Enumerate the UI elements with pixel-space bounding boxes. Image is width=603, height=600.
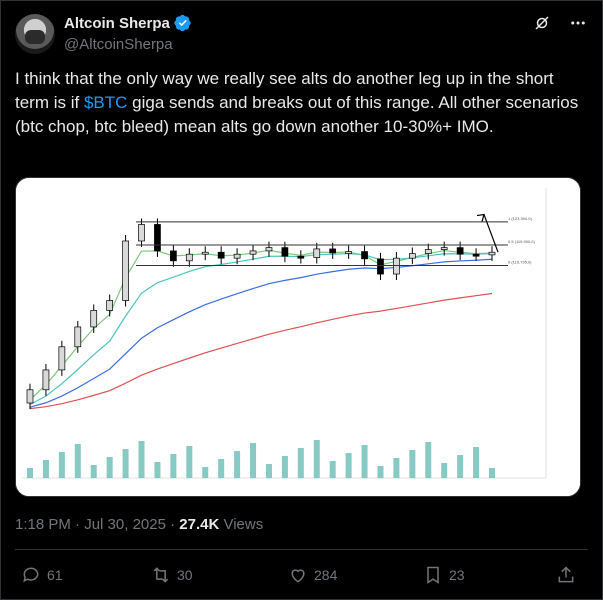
volume-bar — [345, 453, 352, 478]
cashtag-link[interactable]: $BTC — [84, 93, 127, 112]
volume-bar — [154, 462, 161, 478]
fib-level-label: 1 (123,394.0) — [508, 216, 532, 221]
candle — [345, 251, 352, 254]
volume-bar — [170, 454, 177, 478]
volume-bar — [265, 464, 272, 478]
volume-bar — [409, 450, 416, 478]
candle — [313, 248, 321, 258]
candle — [297, 255, 305, 259]
volume-bar — [138, 441, 145, 478]
candle — [74, 326, 82, 348]
fib-level-label: 0 (116,795.0) — [508, 259, 532, 264]
volume-bar — [457, 455, 464, 478]
volume-bar — [377, 466, 384, 478]
divider — [15, 549, 588, 550]
volume-bar — [186, 446, 193, 478]
candle — [440, 247, 448, 250]
tweet-text: I think that the only way we really see … — [15, 67, 590, 139]
candle — [122, 240, 129, 301]
share-button[interactable] — [556, 565, 576, 585]
volume-bar — [361, 445, 368, 478]
volume-bar — [234, 451, 241, 478]
tweet-time[interactable]: 1:18 PM — [15, 516, 71, 533]
top-actions — [532, 13, 588, 33]
candle — [233, 253, 241, 259]
candle — [361, 251, 368, 260]
volume-bar — [441, 463, 448, 478]
volume-bar — [393, 458, 400, 478]
volume-bar — [58, 452, 65, 478]
candle — [472, 253, 480, 257]
tweet-date[interactable]: Jul 30, 2025 — [84, 516, 166, 533]
reply-button[interactable]: 61 — [21, 565, 63, 585]
fib-level-label: 0.5 (119,900.0) — [508, 239, 536, 244]
grok-icon[interactable] — [532, 13, 552, 33]
candle — [138, 224, 145, 242]
volume-bar — [122, 449, 129, 478]
candle — [217, 251, 225, 259]
author-handle[interactable]: @AltcoinSherpa — [64, 36, 173, 53]
reply-count: 61 — [47, 567, 63, 583]
tweet-meta: 1:18 PM · Jul 30, 2025 · 27.4K Views — [15, 516, 263, 533]
meta-separator: · — [70, 516, 85, 533]
bookmark-icon — [427, 566, 439, 584]
volume-bar — [329, 461, 336, 478]
bookmark-count: 23 — [449, 567, 465, 583]
action-bar: 61 30 284 23 — [15, 561, 588, 593]
heart-icon — [291, 569, 305, 583]
candle — [154, 224, 161, 252]
volume-bar — [281, 456, 288, 478]
candle — [424, 249, 432, 254]
verified-badge-icon — [174, 14, 191, 32]
candle — [185, 253, 193, 262]
volume-bar — [90, 465, 97, 478]
volume-bar — [202, 467, 209, 478]
volume-bar — [489, 468, 495, 478]
candle — [249, 250, 257, 255]
share-icon — [558, 566, 574, 583]
candle — [106, 300, 114, 311]
volume-bar — [425, 442, 432, 478]
chart-image[interactable]: 1 (123,394.0) 0.5 (119,900.0) 0 (116,795.0… — [15, 177, 581, 497]
candle — [377, 258, 384, 275]
candle — [58, 346, 66, 371]
display-name[interactable]: Altcoin Sherpa — [64, 15, 170, 32]
volume-bar — [218, 459, 225, 478]
volume-bar — [74, 444, 81, 478]
like-button[interactable]: 284 — [288, 565, 337, 585]
candle — [408, 253, 416, 259]
candle — [90, 310, 98, 328]
author-name-row: Altcoin Sherpa — [64, 14, 192, 32]
more-icon[interactable] — [568, 13, 588, 33]
volume-bar — [106, 457, 113, 478]
candle — [26, 389, 34, 404]
like-count: 284 — [314, 567, 338, 583]
views-label: Views — [219, 516, 264, 533]
candle — [281, 247, 289, 257]
candle — [170, 250, 177, 262]
candle — [456, 247, 464, 255]
candle — [42, 369, 50, 391]
candle — [201, 251, 209, 255]
repost-icon — [153, 567, 169, 583]
volume-bar — [297, 448, 304, 478]
meta-separator-2: · — [165, 516, 180, 533]
price-chart: 1 (123,394.0) 0.5 (119,900.0) 0 (116,795.0… — [16, 178, 580, 496]
candle — [488, 251, 496, 256]
volume-bar — [473, 447, 480, 478]
volume-bar — [42, 460, 49, 478]
reply-icon — [23, 567, 39, 583]
candle — [393, 257, 400, 275]
repost-count: 30 — [177, 567, 193, 583]
volume-bar — [313, 440, 320, 478]
candle — [329, 248, 337, 254]
volume-bar — [27, 468, 33, 478]
candle — [265, 247, 273, 252]
volume-bar — [250, 443, 257, 478]
views-count: 27.4K — [179, 516, 220, 533]
repost-button[interactable]: 30 — [151, 565, 193, 585]
avatar[interactable] — [15, 14, 55, 54]
tweet-card: Altcoin Sherpa @AltcoinSherpa I think th… — [0, 0, 603, 600]
bookmark-button[interactable]: 23 — [423, 565, 465, 585]
